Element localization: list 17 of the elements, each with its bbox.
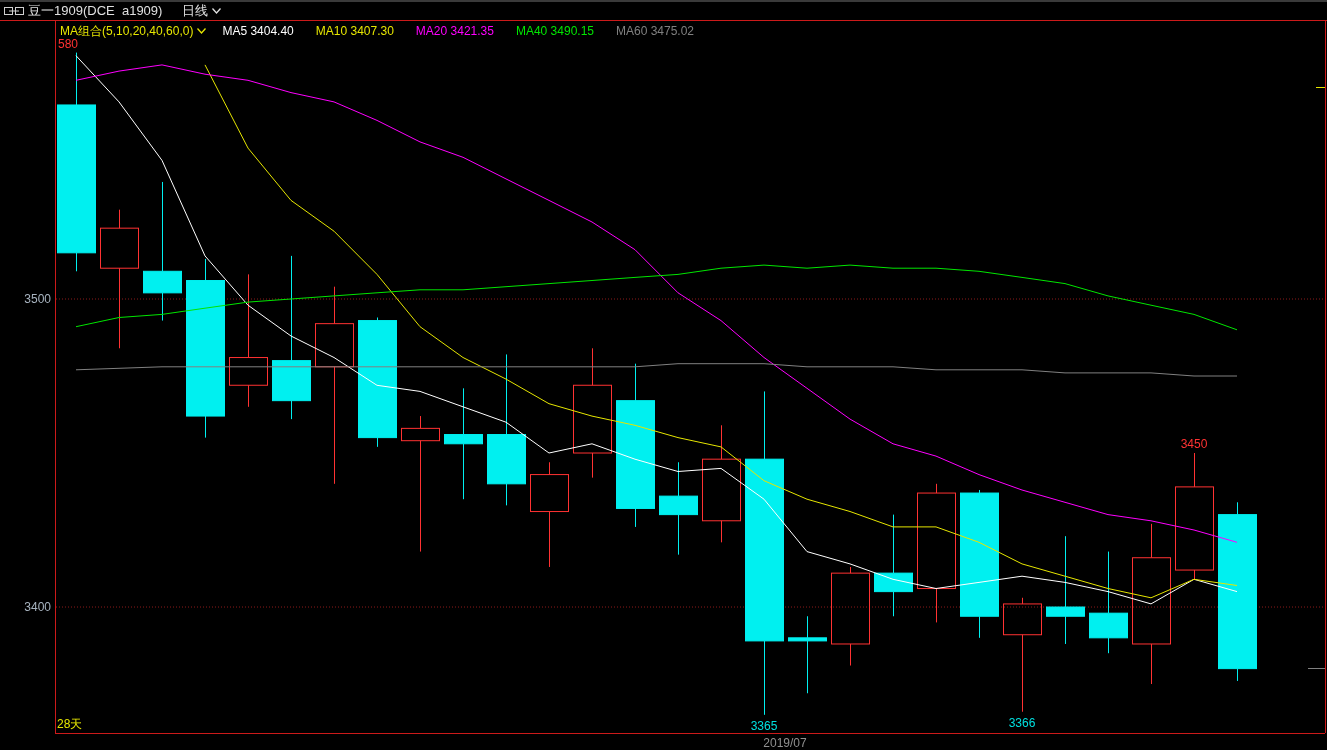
price-annotation: 3365 <box>750 718 778 733</box>
day-count-label: 28天 <box>57 716 83 733</box>
ma-legend-value: MA40 3490.15 <box>515 23 594 40</box>
period-dropdown[interactable]: 日线 <box>182 1 222 21</box>
contract-title: 豆一1909(DCE a1909) <box>28 2 163 21</box>
ma-legend-value: MA20 3421.35 <box>415 23 494 40</box>
price-annotation: 3450 <box>1180 437 1208 451</box>
y-axis-label: 3400 <box>24 600 51 614</box>
chevron-down-icon <box>212 8 222 14</box>
chevron-down-icon <box>197 28 207 34</box>
ma-legend-value: MA60 3475.02 <box>616 23 695 40</box>
link-icon[interactable] <box>4 7 24 15</box>
price-annotation: 3366 <box>1008 715 1036 730</box>
y-axis-label: 3500 <box>24 292 51 306</box>
ma-legend-value: MA5 3404.40 <box>222 23 294 40</box>
x-axis-label: 2019/07 <box>763 736 807 750</box>
ma-legend-value: MA10 3407.30 <box>315 23 394 40</box>
